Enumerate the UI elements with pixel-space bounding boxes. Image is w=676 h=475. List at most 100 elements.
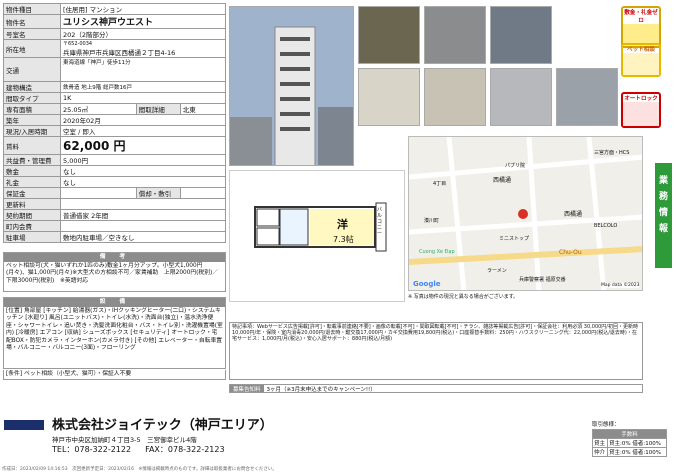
transaction-table: 手数料 貸主 貸主:0% 借者:100% 仲介 貸主:0% 借者:100% [591, 429, 667, 457]
address-label: 所在地 [3, 39, 61, 58]
pet-text: ペット相談 [627, 47, 655, 53]
contract-value: 普通借家 2年間 [60, 209, 226, 221]
floor-plan-drawing [254, 202, 387, 252]
guarantee-value [60, 187, 137, 199]
photo-note: ※ 写真は物件の現況と異なる場合がございます。 [408, 294, 519, 300]
map-label: 兵庫警察署 福原交番 [519, 277, 566, 283]
remarks-text: ペット相談可(犬・猫いずれか1匹のみ)敷金1ヶ月分アップ。小型犬1,000円(月… [6, 263, 219, 284]
detail-value: 北東 [179, 103, 227, 115]
structure-value: 鉄骨造 地上9階 総戸数16戸 [60, 81, 226, 93]
property-detail-table: 物件種目 [住居用] マンション 物件名 ユリシス神戸ウエスト 号室名 202（2階部… [3, 3, 227, 243]
fee-type: 仲介 [591, 447, 609, 457]
fee-type: 貸主 [591, 438, 609, 448]
equipment-section: 設 備 [位置] 角部屋 [キッチン] 給湯器(ガス)・IHクッキングヒーター(… [3, 297, 226, 369]
parking-value: 敷地内駐車場／空きなし [60, 231, 226, 243]
map-label: Cuong Xe Đạp [419, 249, 455, 255]
room-size: 7.3帖 [333, 235, 354, 244]
company-logo [4, 420, 44, 430]
insurance-value [60, 220, 226, 232]
no-deposit-badge: 敷金・礼金ゼロ [621, 6, 661, 48]
side-tab-label: 業務情報 [658, 176, 668, 234]
autolock-badge: オートロック [621, 92, 661, 128]
insurance-label: 町内会費 [3, 220, 61, 232]
company-name: 株式会社ジョイテック（神戸エリア） [52, 418, 273, 433]
equipment-text: [位置] 角部屋 [キッチン] 給湯器(ガス)・IHクッキングヒーター(二口)・… [6, 308, 223, 352]
company-contact: TEL：078-322-2122 FAX：078-322-2123 [52, 444, 225, 455]
type-label: 物件種目 [3, 3, 61, 15]
floor-plan: 洋 7.3帖 バルコニー [229, 170, 405, 302]
renewal-value [60, 198, 226, 210]
remarks-header: 備 考 [4, 253, 225, 262]
conditions-section: [条件] ペット相談（小型犬、猫可）・保証人不要 [3, 370, 226, 380]
layout-label: 間取タイプ [3, 92, 61, 104]
name-value: ユリシス神戸ウエスト [60, 14, 226, 29]
map-drawing [409, 137, 642, 290]
interior-photo-5 [424, 68, 486, 126]
map-label: 4丁目 [433, 181, 447, 187]
transport-label: 交通 [3, 57, 61, 82]
room-label: 号室名 [3, 28, 61, 40]
type-value: [住居用] マンション [60, 3, 226, 15]
no-deposit-text: 敷金・礼金ゼロ [624, 10, 658, 24]
status-label: 現況/入居時期 [3, 125, 61, 137]
balcony-label: バルコニー [377, 207, 383, 237]
campaign-label: 募集告知料 [230, 385, 264, 393]
status-value: 空室 / 即入 [60, 125, 226, 137]
map-label: ミニストップ [499, 236, 530, 242]
side-tab[interactable]: 業務情報 [655, 163, 672, 268]
map-label: 三宮方面・HCS [594, 150, 630, 156]
address-value: 〒652-0034 兵庫県神戸市兵庫区西橘通２丁目4-16 [60, 39, 226, 58]
remarks-section: 備 考 ペット相談可(犬・猫いずれか1匹のみ)敷金1ヶ月分アップ。小型犬1,00… [3, 252, 226, 292]
transport-value: 東海道線「神戸」徒歩11分 [60, 57, 226, 82]
fee-notes: 特記事項：Webサービス広告掲載[許可]・転載事前連絡[不要]・画像の転載[不可… [229, 322, 643, 380]
google-logo: Google [413, 280, 441, 288]
company-tel: TEL：078-322-2122 [52, 445, 132, 454]
map-label: 西橘通 [564, 211, 583, 218]
building-photo [229, 6, 354, 166]
transaction-box: 取引態様： 手数料 貸主 貸主:0% 借者:100% 仲介 貸主:0% 借者:100… [591, 420, 667, 457]
address: 兵庫県神戸市兵庫区西橘通２丁目4-16 [63, 49, 176, 57]
built-value: 2020年02月 [60, 114, 226, 126]
transaction-title: 取引態様： [592, 422, 620, 428]
map-label: ラーメン [487, 268, 507, 274]
keymoney-label: 礼金 [3, 176, 61, 188]
contract-label: 契約期間 [3, 209, 61, 221]
interior-photo-3 [490, 6, 552, 64]
conditions-text: [条件] ペット相談（小型犬、猫可）・保証人不要 [6, 371, 132, 377]
interior-photo-1 [358, 6, 420, 64]
fee-value: 貸主:0% 借者:100% [607, 438, 667, 448]
interior-photo-4 [358, 68, 420, 126]
map-credit: Map data ©2023 [601, 283, 640, 288]
keymoney-value: なし [60, 176, 226, 188]
interior-photo-6 [490, 68, 552, 126]
map-label: 西橘通 [493, 177, 512, 184]
map-label: BELCOLO [594, 223, 618, 229]
guarantee-label: 保証金 [3, 187, 61, 199]
location-map[interactable]: 西橘通 4丁目 パブリ院 湊川町 西橘通 ミニストップ 三宮方面・HCS Chu… [408, 136, 643, 291]
pet-badge: ペット相談 [621, 43, 661, 77]
rent-value: 62,000 円 [60, 136, 226, 155]
guarantee-sub-label: 償却・敷引 [135, 187, 181, 199]
deposit-value: なし [60, 165, 226, 177]
company-address: 神戸市中央区加納町４丁目3-5 三宮御幸ビル4階 [52, 436, 197, 444]
built-label: 築年 [3, 114, 61, 126]
building-illustration [230, 7, 353, 165]
guarantee-sub-value [179, 187, 227, 199]
interior-photo-7 [556, 68, 618, 126]
map-label: 湊川町 [424, 218, 440, 224]
deposit-label: 敷金 [3, 165, 61, 177]
campaign-row: 募集告知料 3ヶ月（※3月末申込までのキャンペーン!!） [229, 384, 643, 393]
rent-label: 賃料 [3, 136, 61, 155]
property-flyer: 物件種目 [住居用] マンション 物件名 ユリシス神戸ウエスト 号室名 202（2階部… [0, 0, 676, 475]
fee-value: 5,000円 [60, 154, 226, 166]
parking-label: 駐車場 [3, 231, 61, 243]
structure-label: 建物構造 [3, 81, 61, 93]
name-label: 物件名 [3, 14, 61, 29]
fee-value: 貸主:0% 借者:100% [607, 447, 667, 457]
page-footer: 作成日：2023/02/09 14:16:53 次回更新予定日：2023/02/… [2, 467, 277, 472]
interior-photo-2 [424, 6, 486, 64]
room-label: 洋 [337, 218, 348, 231]
fee-header: 手数料 [592, 429, 667, 439]
area-label: 専有面積 [3, 103, 61, 115]
equipment-header: 設 備 [4, 298, 225, 307]
